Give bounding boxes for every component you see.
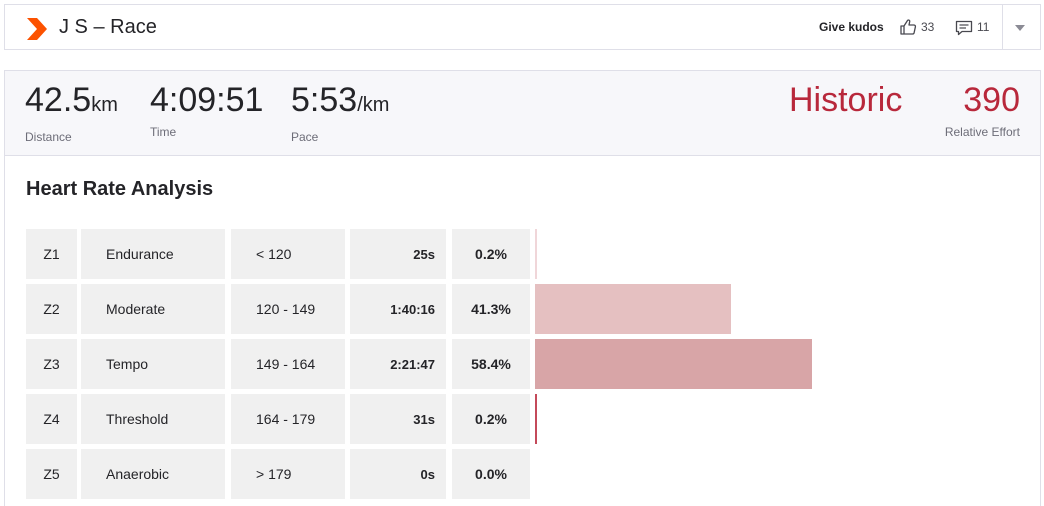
thumbs-up-icon[interactable] — [899, 18, 917, 36]
zone-id: Z5 — [26, 449, 77, 499]
zone-time: 1:40:16 — [350, 284, 446, 334]
zone-row-z4: Z4 Threshold 164 - 179 31s 0.2% — [26, 394, 1026, 444]
chevron-down-icon[interactable] — [1013, 23, 1027, 33]
time-value: 4:09:51 — [150, 81, 264, 119]
zone-time: 2:21:47 — [350, 339, 446, 389]
zone-row-z3: Z3 Tempo 149 - 164 2:21:47 58.4% — [26, 339, 1026, 389]
zone-bar-track — [535, 229, 1025, 279]
zone-bar-track — [535, 394, 1025, 444]
kudos-count[interactable]: 33 — [921, 20, 934, 34]
zone-bar-track — [535, 339, 1025, 389]
zone-bar — [535, 394, 537, 444]
activity-stats: 42.5km Distance 4:09:51 Time 5:53/km Pac… — [4, 70, 1041, 156]
zone-percent: 41.3% — [452, 284, 530, 334]
pace-stat: 5:53/km Pace — [291, 81, 389, 144]
distance-unit: km — [91, 94, 118, 116]
time-label: Time — [150, 125, 177, 139]
distance-value: 42.5 — [25, 81, 92, 119]
pace-value: 5:53 — [291, 81, 358, 119]
brand-chevron-icon — [27, 18, 47, 40]
pace-label: Pace — [291, 130, 319, 144]
zone-bar — [535, 284, 731, 334]
zone-range: > 179 — [231, 449, 345, 499]
pace-unit: /km — [357, 94, 390, 116]
relative-effort-label: Relative Effort — [944, 125, 1020, 139]
zone-range: 149 - 164 — [231, 339, 345, 389]
zone-row-z5: Z5 Anaerobic > 179 0s 0.0% — [26, 449, 1026, 499]
time-stat: 4:09:51 Time — [150, 81, 263, 139]
zone-bar-track — [535, 449, 1025, 499]
zone-row-z1: Z1 Endurance < 120 25s 0.2% — [26, 229, 1026, 279]
zone-percent: 0.2% — [452, 394, 530, 444]
distance-stat: 42.5km Distance — [25, 81, 118, 144]
divider — [1002, 5, 1003, 49]
comment-count[interactable]: 11 — [977, 20, 989, 34]
zone-percent: 58.4% — [452, 339, 530, 389]
zone-bar — [535, 339, 812, 389]
zone-id: Z3 — [26, 339, 77, 389]
zone-percent: 0.2% — [452, 229, 530, 279]
zone-percent: 0.0% — [452, 449, 530, 499]
comment-icon[interactable] — [955, 19, 973, 37]
zone-id: Z4 — [26, 394, 77, 444]
zone-range: 120 - 149 — [231, 284, 345, 334]
zone-name: Tempo — [81, 339, 225, 389]
zone-range: < 120 — [231, 229, 345, 279]
zone-bar — [535, 229, 537, 279]
distance-label: Distance — [25, 130, 72, 144]
heart-rate-card: Heart Rate Analysis Z1 Endurance < 120 2… — [4, 156, 1041, 506]
zone-time: 31s — [350, 394, 446, 444]
zone-time: 25s — [350, 229, 446, 279]
zone-name: Anaerobic — [81, 449, 225, 499]
zone-id: Z2 — [26, 284, 77, 334]
activity-title: J S – Race — [59, 16, 157, 38]
relative-effort-value[interactable]: 390 — [945, 81, 1020, 119]
zone-name: Endurance — [81, 229, 225, 279]
zone-range: 164 - 179 — [231, 394, 345, 444]
section-title: Heart Rate Analysis — [26, 178, 214, 200]
activity-header: J S – Race Give kudos 33 11 — [4, 4, 1041, 50]
zone-name: Moderate — [81, 284, 225, 334]
zone-bar-track — [535, 284, 1025, 334]
zone-name: Threshold — [81, 394, 225, 444]
zone-id: Z1 — [26, 229, 77, 279]
effort-level-value[interactable]: Historic — [789, 81, 902, 119]
relative-effort-stat[interactable]: 390 Relative Effort — [945, 81, 1020, 139]
give-kudos-button[interactable]: Give kudos — [819, 20, 884, 34]
zone-row-z2: Z2 Moderate 120 - 149 1:40:16 41.3% — [26, 284, 1026, 334]
effort-level[interactable]: Historic — [789, 81, 902, 119]
zone-time: 0s — [350, 449, 446, 499]
